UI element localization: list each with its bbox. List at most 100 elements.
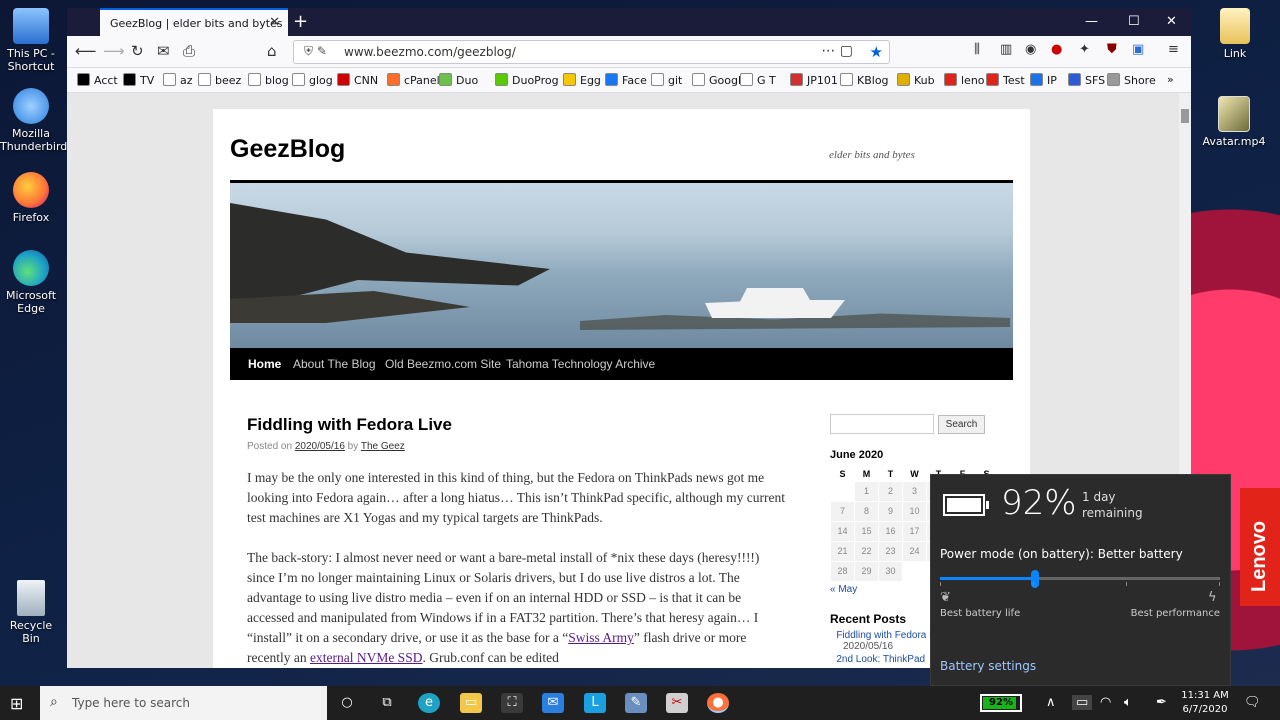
firefox-icon: [13, 172, 49, 208]
bookmark-item[interactable]: git: [651, 73, 682, 87]
bookmark-item[interactable]: beez: [198, 73, 241, 87]
firefox-taskbar-icon[interactable]: ●: [707, 693, 729, 713]
tab-geezblog[interactable]: GeezBlog | elder bits and bytes ✕: [100, 8, 288, 36]
bookmark-item[interactable]: Kub: [897, 73, 935, 87]
bookmark-item[interactable]: leno: [944, 73, 985, 87]
desktop-icon-link[interactable]: Link: [1204, 8, 1266, 60]
ublock-icon[interactable]: ⛊: [1107, 42, 1117, 57]
nav-about[interactable]: About The Blog: [293, 357, 376, 371]
bookmark-favicon-icon: [651, 73, 664, 86]
author-link[interactable]: The Geez: [361, 441, 405, 452]
desktop-icon-avatar-mp4[interactable]: Avatar.mp4: [1196, 96, 1272, 148]
tray-battery-indicator[interactable]: 92%: [980, 694, 1022, 712]
close-tab-icon[interactable]: ✕: [269, 15, 280, 30]
mail-taskbar-icon[interactable]: ✉: [542, 693, 564, 713]
url-bar[interactable]: ⛨ ✎ www.beezmo.com/geezblog/ ⋯ ▢ ★: [293, 40, 890, 64]
bookmark-item[interactable]: IP: [1030, 73, 1057, 87]
calendar-weekday: W: [910, 468, 919, 479]
nvme-ssd-link[interactable]: external NVMe SSD: [310, 650, 422, 665]
reload-icon[interactable]: ↻: [131, 42, 144, 60]
edge-taskbar-icon[interactable]: e: [418, 693, 440, 713]
post-date-link[interactable]: 2020/05/16: [295, 441, 345, 452]
task-view-icon[interactable]: ⧉: [376, 693, 398, 713]
bookmark-label: Kub: [914, 74, 935, 87]
video-file-icon: [1218, 96, 1250, 132]
nav-archive[interactable]: Tahoma Technology Archive: [506, 357, 655, 371]
minimize-icon[interactable]: —: [1085, 14, 1098, 29]
bookmark-item[interactable]: DuoProg: [495, 73, 559, 87]
url-text: www.beezmo.com/geezblog/: [344, 45, 516, 59]
bookmark-favicon-icon: [337, 73, 350, 86]
new-extension-icon[interactable]: ▣: [1132, 42, 1144, 57]
bookmark-item[interactable]: SFS: [1068, 73, 1105, 87]
bookmark-item[interactable]: Acct: [77, 73, 118, 87]
tracking-protection-icon[interactable]: ⛨ ✎: [304, 44, 327, 59]
bookmark-item[interactable]: Egg: [563, 73, 601, 87]
store-icon[interactable]: ⛶: [501, 693, 523, 713]
snip-icon[interactable]: ✂: [666, 693, 688, 713]
clock[interactable]: 11:31 AM 6/7/2020: [1180, 689, 1230, 717]
volume-icon[interactable]: 🔈︎: [1124, 695, 1132, 710]
desktop-icon-firefox[interactable]: Firefox: [0, 172, 62, 224]
nav-home[interactable]: Home: [248, 357, 281, 371]
notifications-icon[interactable]: 🗨︎: [1244, 695, 1261, 710]
pen-icon[interactable]: ✒: [1156, 695, 1167, 710]
prev-month-link[interactable]: « May: [830, 584, 857, 595]
adblock-icon[interactable]: ●: [1051, 42, 1062, 57]
bookmark-item[interactable]: JP101: [790, 73, 838, 87]
menu-icon[interactable]: ≡: [1168, 42, 1179, 57]
desktop-icon-edge[interactable]: Microsoft Edge: [0, 250, 62, 315]
cortana-icon[interactable]: ○: [336, 693, 358, 713]
forward-icon[interactable]: ⟶: [103, 42, 125, 60]
bookmark-item[interactable]: az: [163, 73, 193, 87]
post-title[interactable]: Fiddling with Fedora Live: [247, 415, 452, 435]
file-explorer-icon[interactable]: ▭: [460, 693, 482, 713]
close-window-icon[interactable]: ✕: [1166, 14, 1177, 29]
bookmark-item[interactable]: blog: [248, 73, 289, 87]
paint-icon[interactable]: ✎: [625, 693, 647, 713]
bookmark-item[interactable]: Test: [986, 73, 1025, 87]
page-actions-icon[interactable]: ⋯ ▢: [821, 43, 853, 59]
wifi-icon[interactable]: ◠: [1100, 695, 1111, 710]
search-input[interactable]: [830, 414, 934, 434]
bookmark-star-icon[interactable]: ★: [870, 43, 883, 61]
print-icon[interactable]: ⎙: [183, 42, 195, 60]
bookmark-item[interactable]: CNN: [337, 73, 378, 87]
desktop-icon-this-pc[interactable]: This PC - Shortcut: [0, 8, 62, 73]
mail-icon[interactable]: ✉: [157, 42, 170, 60]
scrollbar-thumb[interactable]: [1181, 109, 1189, 123]
sidebar-icon[interactable]: ▥: [1000, 42, 1012, 57]
home-icon[interactable]: ⌂: [267, 42, 277, 60]
bookmark-item[interactable]: Shore: [1107, 73, 1156, 87]
swiss-army-link[interactable]: Swiss Army: [568, 630, 634, 645]
l-app-icon[interactable]: L: [584, 693, 606, 713]
bookmark-label: git: [668, 74, 683, 87]
nav-old-site[interactable]: Old Beezmo.com Site: [385, 357, 501, 371]
windows-start-icon[interactable]: ⊞: [10, 694, 23, 713]
power-mode-slider[interactable]: [940, 570, 1220, 588]
account-icon[interactable]: ◉: [1025, 42, 1036, 57]
more-bookmarks-icon[interactable]: »: [1167, 73, 1174, 86]
new-tab-icon[interactable]: +: [293, 11, 308, 32]
taskbar-search[interactable]: ⌕ Type here to search: [40, 686, 327, 720]
bookmark-item[interactable]: G T: [740, 73, 776, 87]
bookmark-item[interactable]: KBlog: [840, 73, 889, 87]
back-icon[interactable]: ⟵: [75, 42, 97, 60]
battery-tray-icon[interactable]: ▭: [1072, 695, 1093, 710]
bookmark-item[interactable]: TV: [123, 73, 154, 87]
bookmark-item[interactable]: glog: [292, 73, 333, 87]
show-hidden-icons-icon[interactable]: ∧: [1046, 695, 1056, 710]
extension-icon[interactable]: ✦: [1079, 42, 1090, 57]
bookmark-item[interactable]: Duo: [439, 73, 478, 87]
maximize-icon[interactable]: ☐: [1128, 14, 1140, 29]
desktop-icon-thunderbird[interactable]: Mozilla Thunderbird: [0, 88, 67, 153]
bookmark-label: glog: [309, 74, 333, 87]
library-icon[interactable]: ⫼: [974, 42, 980, 57]
battery-settings-link[interactable]: Battery settings: [940, 659, 1036, 673]
bookmark-item[interactable]: Face: [605, 73, 647, 87]
desktop-icon-label: Avatar.mp4: [1202, 135, 1266, 148]
desktop-icon-recycle-bin[interactable]: Recycle Bin: [0, 580, 62, 645]
recent-post-link[interactable]: 2nd Look: ThinkPad: [836, 654, 925, 665]
search-button[interactable]: Search: [938, 415, 985, 434]
site-title[interactable]: GeezBlog: [230, 135, 345, 164]
